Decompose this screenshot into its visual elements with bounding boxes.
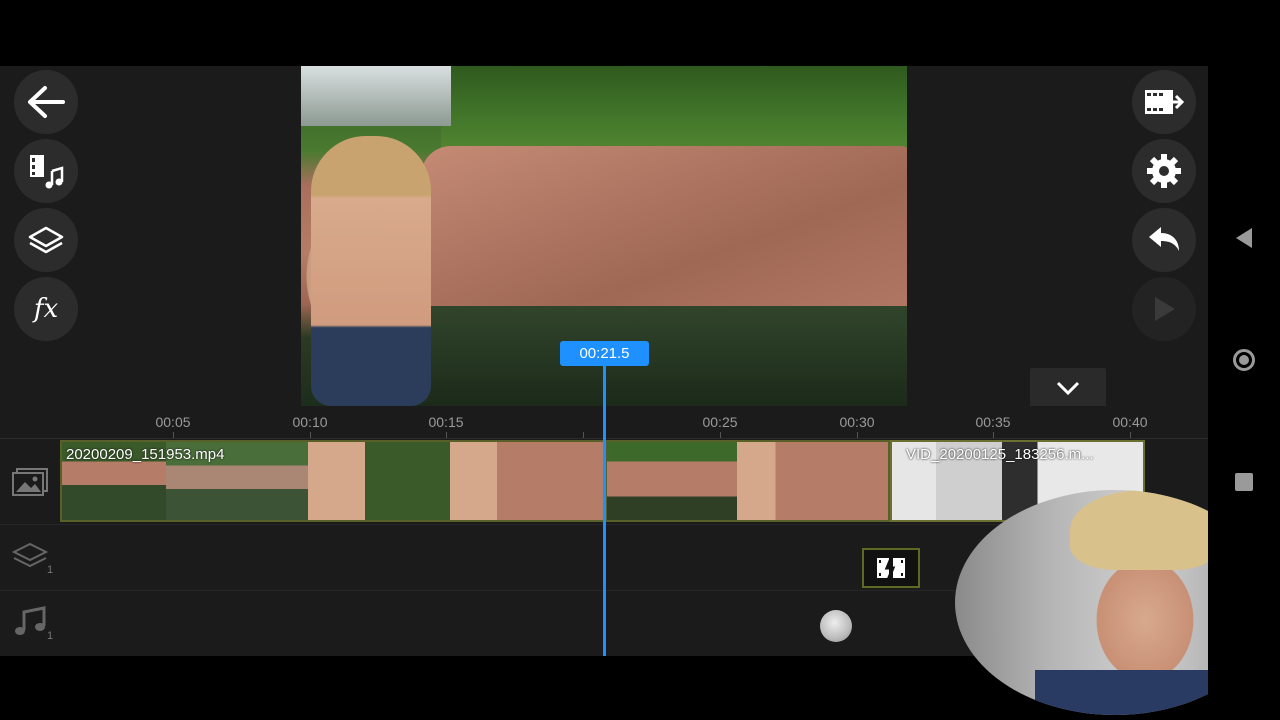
chevron-down-icon xyxy=(1056,381,1080,396)
ruler-tick-label: 00:35 xyxy=(975,414,1011,430)
audio-track-count: 1 xyxy=(47,630,54,642)
nav-back-button[interactable] xyxy=(1230,224,1258,252)
layers-track-icon xyxy=(10,536,50,576)
collapse-button[interactable] xyxy=(1030,368,1106,408)
ruler-tick-label: 00:25 xyxy=(702,414,738,430)
clip-filename: VID_20200125_183256.m... xyxy=(906,446,1094,463)
back-triangle-icon xyxy=(1236,228,1252,248)
ruler-tick-label: 00:15 xyxy=(428,414,464,430)
touch-indicator xyxy=(820,610,852,642)
preview-sky xyxy=(301,66,451,126)
export-icon xyxy=(1145,90,1185,114)
clip-thumbnail xyxy=(607,442,737,520)
ruler-tick-label: 00:10 xyxy=(292,414,328,430)
clip-filename: 20200209_151953.mp4 xyxy=(66,446,225,463)
media-button[interactable] xyxy=(14,139,78,203)
back-arrow-icon xyxy=(28,86,65,118)
clip-thumbnail xyxy=(450,442,603,520)
nav-home-button[interactable] xyxy=(1230,346,1258,374)
preview-rock-wall xyxy=(421,146,907,326)
layers-icon xyxy=(28,226,64,254)
transition-button[interactable] xyxy=(862,548,920,588)
layer-track-count: 1 xyxy=(47,564,54,576)
transition-icon xyxy=(877,555,905,581)
home-circle-icon xyxy=(1233,349,1255,371)
undo-icon xyxy=(1149,227,1179,251)
clip-thumbnail xyxy=(737,442,888,520)
preview-person xyxy=(311,136,431,406)
ruler-tick-label: 00:05 xyxy=(155,414,191,430)
webcam-hair xyxy=(1070,490,1220,570)
play-icon xyxy=(1155,297,1175,321)
media-music-icon xyxy=(30,155,64,189)
play-button[interactable] xyxy=(1132,277,1196,341)
android-nav-bar xyxy=(1208,0,1280,720)
playhead-line[interactable] xyxy=(603,362,606,656)
settings-gear-icon xyxy=(1147,154,1181,188)
clip-thumbnail xyxy=(308,442,450,520)
effects-button[interactable]: fx xyxy=(14,277,78,341)
export-button[interactable] xyxy=(1132,70,1196,134)
video-clip[interactable] xyxy=(605,440,890,522)
image-track-icon xyxy=(10,462,50,502)
nav-recents-button[interactable] xyxy=(1230,468,1258,496)
undo-button[interactable] xyxy=(1132,208,1196,272)
back-button[interactable] xyxy=(14,70,78,134)
ruler-tick-label: 00:40 xyxy=(1112,414,1148,430)
music-track-icon xyxy=(10,602,50,642)
fx-icon: fx xyxy=(33,294,59,324)
video-clip[interactable]: 20200209_151953.mp4 xyxy=(60,440,605,522)
layers-button[interactable] xyxy=(14,208,78,272)
ruler-tick-label: 00:30 xyxy=(839,414,875,430)
recents-square-icon xyxy=(1235,473,1253,491)
settings-button[interactable] xyxy=(1132,139,1196,203)
